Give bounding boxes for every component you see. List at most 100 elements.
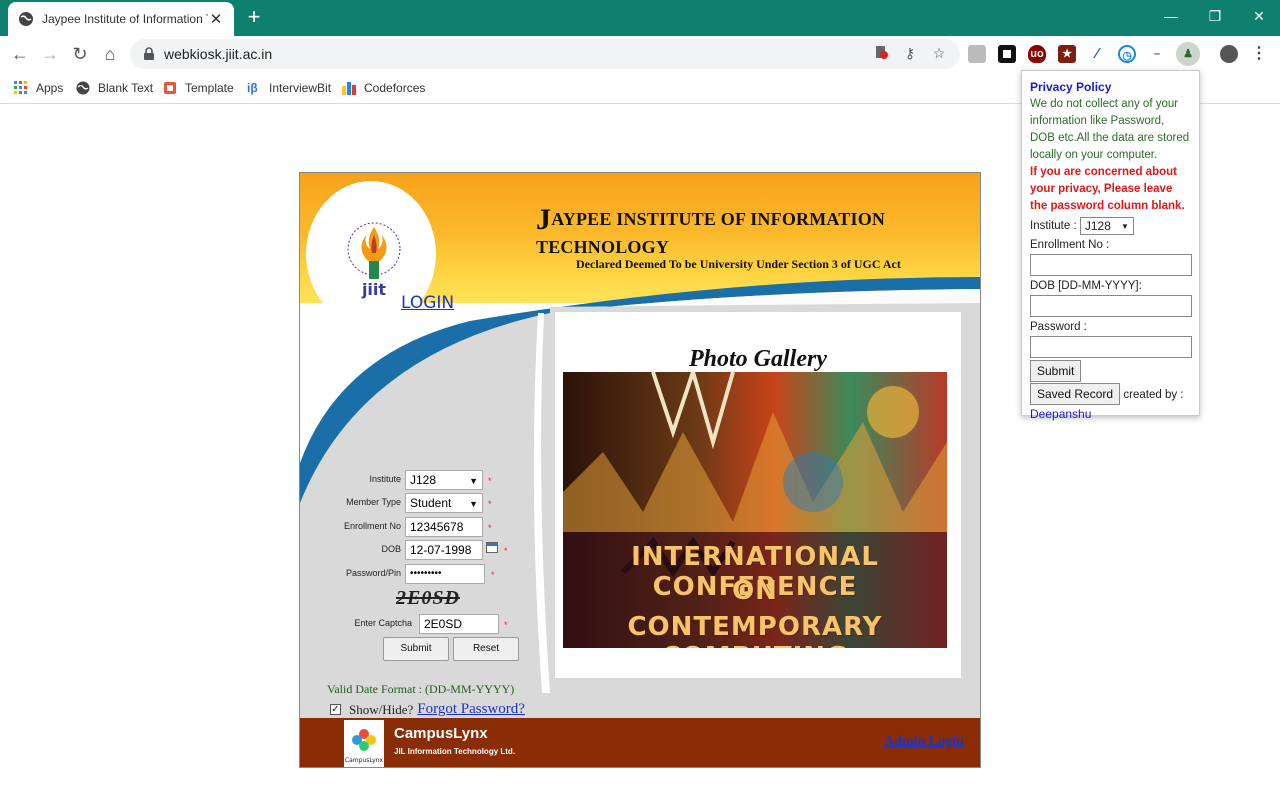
forward-button[interactable]: → (38, 42, 62, 66)
popup-institute-select[interactable]: J128 (1079, 217, 1134, 235)
member-type-row: Member Type Student * (300, 493, 546, 513)
torch-emblem-icon: jiit (347, 222, 401, 299)
captcha-row: Enter Captcha 2E0SD * (300, 614, 546, 634)
browser-tab[interactable]: Jaypee Institute of Information Te ✕ (8, 2, 234, 36)
created-by-label: created by : (1123, 389, 1184, 402)
blocked-content-icon[interactable] (872, 44, 890, 62)
restore-button[interactable]: ❐ (1200, 4, 1230, 28)
bookmark-label: InterviewBit (269, 81, 332, 95)
photo-text-line3: CONTEMPORARY COMPUTING (627, 612, 883, 648)
webkiosk-page: jiit JAYPEE INSTITUTE OF INFORMATION TEC… (299, 172, 981, 768)
captcha-image: 2E0SD (396, 587, 460, 609)
popup-enrollment-label: Enrollment No : (1030, 239, 1110, 252)
campuslynx-logo: CampusLynx (344, 720, 384, 767)
extension-clock-icon[interactable]: ◷ (1118, 45, 1136, 63)
bookmark-label: Codeforces (364, 81, 426, 95)
show-hide-label: Show/Hide? (349, 701, 414, 717)
show-hide-checkbox[interactable]: ✓ (330, 704, 341, 715)
enrollment-input[interactable]: 12345678 (405, 517, 483, 537)
admin-login-link[interactable]: Admin Login (884, 734, 964, 750)
dob-input[interactable]: 12-07-1998 (405, 540, 483, 560)
key-icon[interactable]: ⚷ (901, 44, 919, 62)
extension-popup: Privacy Policy We do not collect any of … (1021, 70, 1200, 421)
svg-text:jiit: jiit (361, 280, 386, 299)
institute-title: JAYPEE INSTITUTE OF INFORMATION TECHNOLO… (536, 203, 886, 257)
extension-dash-icon[interactable]: – (1148, 45, 1166, 63)
institute-subtitle: Declared Deemed To be University Under S… (576, 257, 901, 271)
tab-close-icon[interactable]: ✕ (208, 10, 224, 28)
enrollment-label: Enrollment No (343, 521, 401, 531)
footer-bar: CampusLynx CampusLynx JIL Information Te… (300, 718, 980, 767)
privacy-warning: If you are concerned about your privacy,… (1030, 166, 1185, 212)
required-mark: * (488, 476, 492, 486)
chrome-menu-icon[interactable]: ⋮ (1250, 45, 1268, 63)
reset-button[interactable]: Reset (453, 637, 519, 661)
calendar-icon[interactable] (486, 542, 498, 553)
bookmark-blank-text[interactable]: Blank Text (76, 80, 153, 96)
new-tab-button[interactable]: + (242, 5, 266, 29)
bookmark-label: Blank Text (98, 81, 154, 95)
bookmark-label: Apps (36, 81, 64, 95)
footer-company: JIL Information Technology Ltd. (394, 747, 516, 756)
saved-record-button[interactable]: Saved Record (1030, 383, 1121, 406)
extension-star-icon[interactable]: ★ (1058, 45, 1076, 63)
popup-password-input[interactable] (1030, 336, 1192, 359)
conference-artwork (563, 372, 947, 648)
bookmark-codeforces[interactable]: Codeforces (342, 80, 425, 96)
institute-select[interactable]: J128 (405, 470, 483, 490)
member-type-select[interactable]: Student (405, 493, 483, 513)
required-mark: * (504, 546, 508, 556)
globe-icon (76, 81, 90, 95)
reload-button[interactable]: ↻ (68, 42, 92, 66)
popup-institute-label: Institute : (1030, 220, 1077, 233)
globe-icon (19, 12, 33, 26)
extension-square-icon[interactable] (998, 45, 1016, 63)
campuslynx-flower-icon: CampusLynx (345, 729, 384, 764)
popup-dob-input[interactable] (1030, 295, 1192, 318)
gallery-title: Photo Gallery (689, 346, 827, 372)
required-mark: * (491, 570, 495, 580)
popup-enrollment-input[interactable] (1030, 254, 1192, 277)
url-text: webkiosk.jiit.ac.in (164, 46, 273, 62)
gallery-photo[interactable]: INTERNATIONAL CONFERENCE ON CONTEMPORARY… (563, 372, 947, 648)
footer-brand: CampusLynx (394, 725, 488, 742)
photo-gallery: Photo Gallery INTERNATIONAL CONFERENCE O (550, 307, 966, 683)
popup-dob-label: DOB [DD-MM-YYYY]: (1030, 280, 1142, 293)
required-mark: * (488, 523, 492, 533)
captcha-input[interactable]: 2E0SD (419, 614, 499, 634)
password-row: Password/Pin ••••••••• * (300, 564, 546, 584)
popup-submit-button[interactable]: Submit (1030, 360, 1082, 383)
forgot-password-link[interactable]: Forgot Password? (417, 701, 525, 718)
ublock-icon[interactable]: uo (1028, 45, 1046, 63)
back-button[interactable]: ← (8, 42, 32, 66)
kiosk-extension-icon[interactable]: ♟ (1176, 42, 1200, 66)
tab-title: Jaypee Institute of Information Te (42, 12, 208, 26)
institute-label: Institute (369, 474, 401, 484)
minimize-button[interactable]: — (1156, 4, 1186, 28)
apps-grid-icon (14, 81, 27, 94)
privacy-policy-title: Privacy Policy (1030, 80, 1112, 94)
address-bar[interactable]: webkiosk.jiit.ac.in (130, 39, 960, 69)
extension-profile-icon[interactable] (968, 45, 986, 63)
photo-text-line2: ON (732, 576, 778, 606)
dob-row: DOB 12-07-1998 * (300, 540, 546, 560)
close-window-button[interactable]: ✕ (1244, 4, 1274, 28)
interviewbit-icon: iβ (247, 81, 258, 95)
bookmark-interviewbit[interactable]: iβ InterviewBit (247, 80, 331, 96)
home-button[interactable]: ⌂ (98, 42, 122, 66)
svg-text:CampusLynx: CampusLynx (345, 757, 384, 764)
star-bookmark-icon[interactable]: ☆ (930, 44, 948, 62)
password-input[interactable]: ••••••••• (405, 564, 485, 584)
profile-avatar-icon[interactable] (1220, 45, 1238, 63)
bookmark-template[interactable]: Template (163, 80, 234, 96)
popup-institute-row: Institute : J128 (1030, 217, 1191, 235)
lock-icon[interactable] (142, 47, 156, 61)
extension-swoosh-icon[interactable]: ⁄ (1088, 45, 1106, 63)
codeforces-icon (342, 82, 356, 95)
tab-strip: Jaypee Institute of Information Te ✕ + —… (0, 0, 1280, 36)
submit-button[interactable]: Submit (383, 637, 449, 661)
login-heading-link[interactable]: LOGIN (401, 293, 454, 313)
bookmark-label: Template (185, 81, 234, 95)
required-mark: * (504, 620, 508, 630)
bookmark-apps[interactable]: Apps (14, 80, 63, 96)
